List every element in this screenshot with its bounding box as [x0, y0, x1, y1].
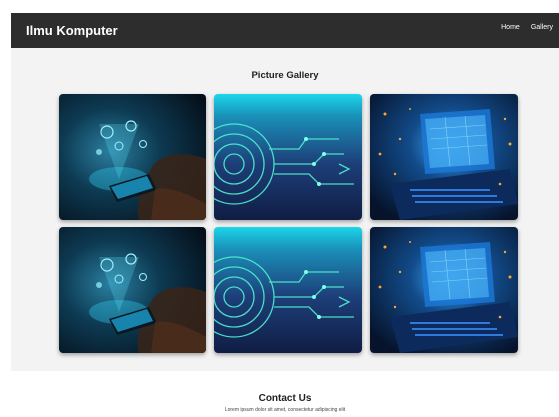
- contact-text: Lorem ipsum dolor sit amet, consectetur …: [224, 407, 346, 413]
- gallery-title: Picture Gallery: [251, 70, 319, 81]
- nav-links: Home Gallery: [501, 24, 553, 31]
- gallery-image-circuit-tech-circles[interactable]: [214, 94, 362, 220]
- gallery-image-laptop-digital-glow[interactable]: [370, 94, 518, 220]
- picture-gallery: [59, 94, 518, 353]
- nav-link-home[interactable]: Home: [501, 24, 520, 31]
- gallery-image-laptop-digital-glow[interactable]: [370, 227, 518, 353]
- contact-section: Contact Us Lorem ipsum dolor sit amet, c…: [11, 371, 559, 417]
- browser-viewport: Ilmu Komputer Home Gallery Picture Galle…: [11, 13, 559, 417]
- navbar: Ilmu Komputer Home Gallery: [11, 13, 559, 48]
- gallery-image-hand-phone-hologram[interactable]: [59, 227, 206, 353]
- site-brand[interactable]: Ilmu Komputer: [26, 23, 118, 38]
- nav-link-gallery[interactable]: Gallery: [531, 24, 553, 31]
- contact-title: Contact Us: [258, 393, 312, 404]
- gallery-image-circuit-tech-circles[interactable]: [214, 227, 362, 353]
- gallery-image-hand-phone-hologram[interactable]: [59, 94, 206, 220]
